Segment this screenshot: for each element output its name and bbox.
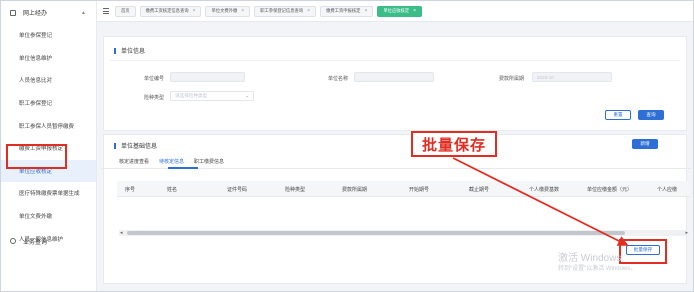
close-icon[interactable]: × bbox=[241, 8, 244, 14]
sidebar-group-label: 网上经办 bbox=[23, 11, 48, 17]
col-id: 证件号码 bbox=[227, 187, 248, 193]
sidebar-group-query[interactable]: 业务查询 bbox=[1, 230, 97, 252]
tab-wage-query[interactable]: 缴费工资核定信息查询 × bbox=[139, 5, 202, 17]
tab-bar: 首页 缴费工资核定信息查询 × 单位文费外缴 × 职工参保登记信息查询 × 缴费工资申… bbox=[97, 1, 693, 22]
insurance-type-select[interactable]: 请选择险种类型 ⌄ bbox=[170, 91, 254, 101]
add-button[interactable]: 新增 bbox=[632, 139, 658, 149]
menu-icon[interactable] bbox=[103, 8, 109, 14]
tab-staff-fee[interactable]: 职工缴费信息 bbox=[194, 158, 224, 165]
close-icon[interactable]: × bbox=[193, 8, 196, 14]
tab-progress[interactable]: 核定进度查看 bbox=[119, 158, 149, 165]
windows-watermark-title: 激活 Windows bbox=[558, 253, 622, 264]
tab-staff-register-query[interactable]: 职工参保登记信息查询 × bbox=[254, 5, 317, 17]
scroll-left-icon[interactable]: ◂ bbox=[120, 230, 123, 236]
query-button[interactable]: 查询 bbox=[638, 110, 664, 120]
horizontal-scrollbar[interactable]: ◂ ▸ bbox=[119, 230, 689, 236]
chevron-down-icon: ⌄ bbox=[245, 93, 249, 98]
unit-info-card: 单位信息 单位编号 单位名称 费款所属期 2023-10 险种类型 请选择险种类… bbox=[103, 36, 687, 131]
col-seq: 序号 bbox=[125, 187, 136, 193]
col-start: 开始期号 bbox=[409, 187, 430, 193]
sidebar-item-staff-register[interactable]: 职工参保登记 bbox=[1, 92, 96, 115]
col-end: 截止期号 bbox=[469, 187, 490, 193]
tab-pending[interactable]: 待核定信息 bbox=[159, 158, 184, 165]
scrollbar-thumb[interactable] bbox=[127, 231, 625, 235]
insurance-type-label: 险种类型 bbox=[144, 95, 165, 101]
document-icon bbox=[10, 9, 16, 16]
chevron-up-icon: ▲ bbox=[81, 9, 86, 16]
tab-home[interactable]: 首页 bbox=[115, 5, 136, 17]
tab-wage-declare[interactable]: 缴费工资申报核定 × bbox=[320, 5, 374, 17]
table-header: 序号 姓名 证件号码 险种类型 费款所属期 开始期号 截止期号 个人缴费基数 单… bbox=[117, 181, 689, 197]
app-window: 网上经办 ▲ 单位参保登记 单位信息维护 人员信息比对 职工参保登记 职工参保人… bbox=[0, 0, 694, 292]
search-circle-icon bbox=[10, 238, 16, 244]
tab-unit-fee[interactable]: 单位文费外缴 × bbox=[205, 5, 251, 17]
sidebar-item-unit-info[interactable]: 单位信息维护 bbox=[1, 47, 96, 70]
col-insurance-type: 险种类型 bbox=[285, 187, 306, 193]
unit-no-label: 单位编号 bbox=[144, 76, 165, 82]
sidebar-item-unit-fee[interactable]: 单位文费外缴 bbox=[1, 205, 96, 228]
sidebar-item-medical-bill[interactable]: 医疗特殊缴费票单据生成 bbox=[1, 182, 96, 205]
close-icon[interactable]: × bbox=[307, 8, 310, 14]
col-period: 费款所属期 bbox=[342, 187, 368, 193]
col-personal-amount: 个人应缴 bbox=[657, 187, 678, 193]
unit-info-title: 单位信息 bbox=[114, 46, 145, 55]
period-field[interactable]: 2023-10 bbox=[532, 72, 612, 82]
reset-button[interactable]: 重置 bbox=[605, 110, 631, 120]
sidebar-item-unit-register[interactable]: 单位参保登记 bbox=[1, 24, 96, 47]
unit-base-title: 单位基础信息 bbox=[114, 141, 157, 150]
close-icon[interactable]: × bbox=[364, 8, 367, 14]
subtabs: 核定进度查看 待核定信息 职工缴费信息 bbox=[119, 158, 224, 165]
close-icon[interactable]: × bbox=[413, 8, 416, 14]
sidebar-item-person-compare[interactable]: 人员信息比对 bbox=[1, 69, 96, 92]
col-name: 姓名 bbox=[167, 187, 178, 193]
scroll-right-icon[interactable]: ▸ bbox=[685, 230, 688, 236]
period-label: 费款所属期 bbox=[499, 76, 525, 82]
col-personal-base: 个人缴费基数 bbox=[529, 187, 560, 193]
highlight-sidebar-item bbox=[6, 144, 67, 169]
annotation-callout: 批量保存 bbox=[411, 131, 497, 157]
sidebar-group-online[interactable]: 网上经办 ▲ bbox=[1, 1, 96, 24]
highlight-batch-save bbox=[619, 239, 667, 264]
sidebar-footer-label: 业务查询 bbox=[23, 239, 48, 246]
unit-name-field[interactable] bbox=[354, 72, 434, 82]
unit-name-label: 单位名称 bbox=[328, 76, 349, 82]
windows-watermark-text: 转到"设置"以激活 Windows。 bbox=[558, 266, 637, 272]
unit-no-field[interactable] bbox=[170, 72, 245, 82]
col-unit-amount: 单位应缴金额（元） bbox=[587, 187, 633, 193]
tab-unit-receivable[interactable]: 单位应收核定 × bbox=[377, 5, 423, 17]
sidebar-item-staff-suspend[interactable]: 职工参保人员暂停缴费 bbox=[1, 114, 96, 137]
